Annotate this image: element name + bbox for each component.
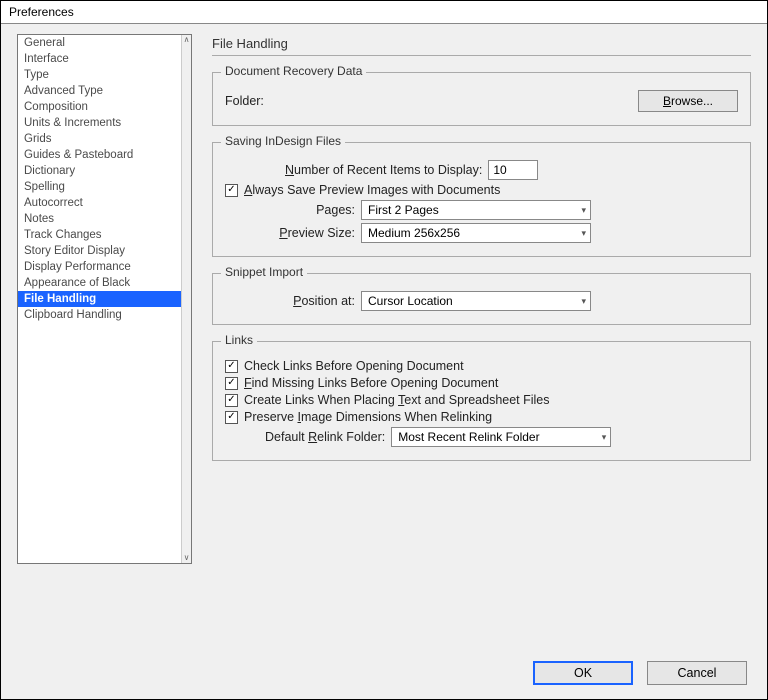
sidebar-item-notes[interactable]: Notes	[18, 211, 181, 227]
sidebar-item-file-handling[interactable]: File Handling	[18, 291, 181, 307]
recent-items-input[interactable]	[488, 160, 538, 180]
sidebar: GeneralInterfaceTypeAdvanced TypeComposi…	[17, 34, 192, 564]
recent-items-label: Number of Recent Items to Display:	[285, 163, 482, 177]
chevron-down-icon: ▾	[581, 296, 586, 307]
relink-folder-select[interactable]: Most Recent Relink Folder ▾	[391, 427, 611, 447]
find-missing-checkbox[interactable]: ✓	[225, 377, 238, 390]
sidebar-wrap: GeneralInterfaceTypeAdvanced TypeComposi…	[17, 34, 192, 699]
sidebar-item-display-performance[interactable]: Display Performance	[18, 259, 181, 275]
sidebar-item-appearance-of-black[interactable]: Appearance of Black	[18, 275, 181, 291]
preferences-window: Preferences GeneralInterfaceTypeAdvanced…	[0, 0, 768, 700]
ok-button[interactable]: OK	[533, 661, 633, 685]
chevron-down-icon: ▾	[581, 228, 586, 239]
chevron-down-icon: ▾	[581, 205, 586, 216]
sidebar-list: GeneralInterfaceTypeAdvanced TypeComposi…	[18, 35, 181, 563]
sidebar-item-composition[interactable]: Composition	[18, 99, 181, 115]
preview-size-label: Preview Size:	[265, 226, 355, 240]
always-save-checkbox[interactable]: ✓	[225, 184, 238, 197]
browse-label-rest: rowse...	[671, 94, 713, 108]
position-value: Cursor Location	[368, 294, 453, 308]
window-body: GeneralInterfaceTypeAdvanced TypeComposi…	[1, 24, 767, 699]
create-links-checkbox[interactable]: ✓	[225, 394, 238, 407]
preserve-image-checkbox[interactable]: ✓	[225, 411, 238, 424]
preview-size-select[interactable]: Medium 256x256 ▾	[361, 223, 591, 243]
group-document-recovery: Document Recovery Data Folder: Browse...	[212, 72, 751, 126]
sidebar-item-guides-pasteboard[interactable]: Guides & Pasteboard	[18, 147, 181, 163]
create-links-label: Create Links When Placing Text and Sprea…	[244, 393, 550, 407]
sidebar-scrollbar[interactable]: ∧ ∨	[181, 35, 191, 563]
group-title-links: Links	[221, 333, 257, 347]
check-links-label: Check Links Before Opening Document	[244, 359, 464, 373]
check-links-checkbox[interactable]: ✓	[225, 360, 238, 373]
pages-label: Pages:	[265, 203, 355, 217]
browse-button[interactable]: Browse...	[638, 90, 738, 112]
group-title-saving: Saving InDesign Files	[221, 134, 345, 148]
sidebar-item-type[interactable]: Type	[18, 67, 181, 83]
main-panel: File Handling Document Recovery Data Fol…	[212, 34, 751, 699]
cancel-button[interactable]: Cancel	[647, 661, 747, 685]
pages-select-value: First 2 Pages	[368, 203, 439, 217]
preview-size-value: Medium 256x256	[368, 226, 460, 240]
relink-folder-value: Most Recent Relink Folder	[398, 430, 539, 444]
sidebar-item-grids[interactable]: Grids	[18, 131, 181, 147]
dialog-footer: OK Cancel	[533, 661, 747, 685]
preserve-image-label: Preserve Image Dimensions When Relinking	[244, 410, 492, 424]
position-select[interactable]: Cursor Location ▾	[361, 291, 591, 311]
scroll-up-icon[interactable]: ∧	[184, 35, 190, 45]
group-title-snippet: Snippet Import	[221, 265, 307, 279]
position-label: Position at:	[265, 294, 355, 308]
group-title-recovery: Document Recovery Data	[221, 64, 366, 78]
sidebar-item-advanced-type[interactable]: Advanced Type	[18, 83, 181, 99]
chevron-down-icon: ▾	[602, 432, 607, 443]
pages-select[interactable]: First 2 Pages ▾	[361, 200, 591, 220]
group-snippet: Snippet Import Position at: Cursor Locat…	[212, 273, 751, 325]
sidebar-item-track-changes[interactable]: Track Changes	[18, 227, 181, 243]
group-links: Links ✓ Check Links Before Opening Docum…	[212, 341, 751, 461]
sidebar-item-story-editor-display[interactable]: Story Editor Display	[18, 243, 181, 259]
sidebar-item-units-increments[interactable]: Units & Increments	[18, 115, 181, 131]
page-title: File Handling	[212, 34, 751, 56]
sidebar-item-spelling[interactable]: Spelling	[18, 179, 181, 195]
window-title: Preferences	[1, 1, 767, 24]
relink-folder-label: Default Relink Folder:	[265, 430, 385, 444]
sidebar-item-clipboard-handling[interactable]: Clipboard Handling	[18, 307, 181, 323]
sidebar-item-interface[interactable]: Interface	[18, 51, 181, 67]
scroll-down-icon[interactable]: ∨	[184, 553, 190, 563]
sidebar-item-general[interactable]: General	[18, 35, 181, 51]
find-missing-label: Find Missing Links Before Opening Docume…	[244, 376, 498, 390]
group-saving: Saving InDesign Files Number of Recent I…	[212, 142, 751, 257]
always-save-label: Always Save Preview Images with Document…	[244, 183, 500, 197]
sidebar-item-dictionary[interactable]: Dictionary	[18, 163, 181, 179]
folder-label: Folder:	[225, 94, 264, 108]
sidebar-item-autocorrect[interactable]: Autocorrect	[18, 195, 181, 211]
